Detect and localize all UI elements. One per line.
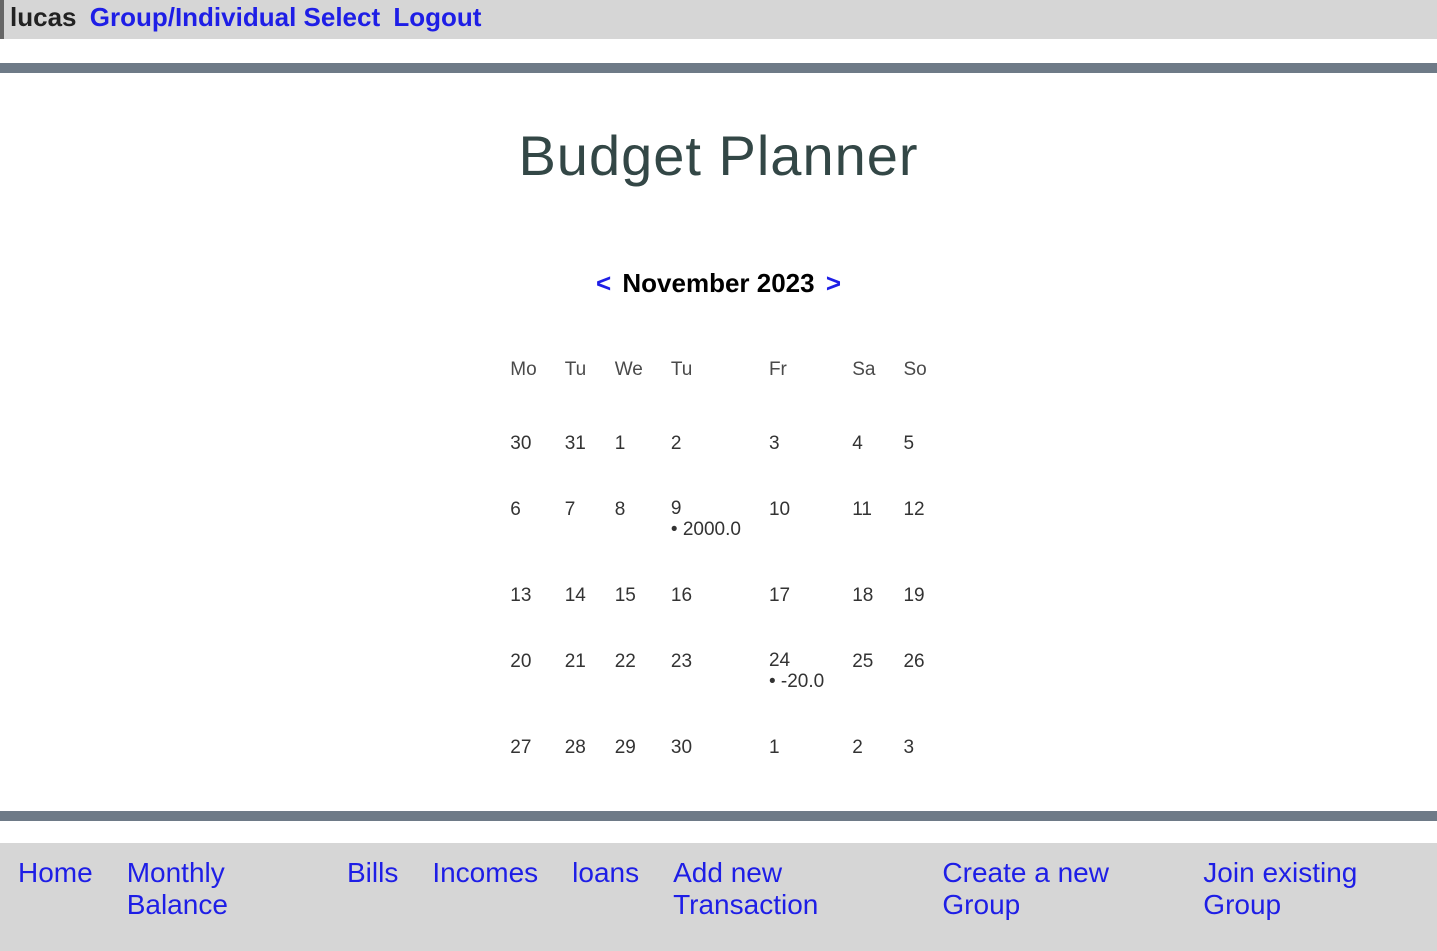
- page-title: Budget Planner: [0, 123, 1437, 188]
- calendar-day[interactable]: 2: [838, 715, 889, 781]
- calendar-day[interactable]: 22: [601, 629, 657, 715]
- calendar-day[interactable]: 20: [496, 629, 550, 715]
- calendar-day[interactable]: 7: [551, 477, 601, 563]
- calendar-day[interactable]: 4: [838, 411, 889, 477]
- calendar-day[interactable]: 1: [755, 715, 838, 781]
- weekday-header: Mo: [496, 349, 550, 411]
- nav-bills[interactable]: Bills: [347, 857, 398, 889]
- logout-link[interactable]: Logout: [393, 2, 481, 32]
- weekday-header: Fr: [755, 349, 838, 411]
- divider-top: [0, 63, 1437, 73]
- nav-add-transaction[interactable]: Add new Transaction: [673, 857, 908, 921]
- calendar-day[interactable]: 14: [551, 563, 601, 629]
- calendar-day[interactable]: 19: [889, 563, 940, 629]
- weekday-header: We: [601, 349, 657, 411]
- day-number: 24: [769, 651, 824, 672]
- calendar-day[interactable]: 30: [657, 715, 755, 781]
- calendar-day[interactable]: 23: [657, 629, 755, 715]
- calendar-day[interactable]: 92000.0: [657, 477, 755, 563]
- top-bar: lucas Group/Individual Select Logout: [0, 0, 1437, 39]
- calendar-day[interactable]: 27: [496, 715, 550, 781]
- calendar-day[interactable]: 31: [551, 411, 601, 477]
- username-label: lucas: [10, 2, 77, 32]
- divider-bottom: [0, 811, 1437, 821]
- nav-create-group[interactable]: Create a new Group: [942, 857, 1169, 921]
- calendar-day[interactable]: 16: [657, 563, 755, 629]
- day-amount: 2000.0: [671, 519, 741, 540]
- month-navigation: < November 2023 >: [0, 268, 1437, 299]
- weekday-header: Sa: [838, 349, 889, 411]
- nav-home[interactable]: Home: [18, 857, 93, 889]
- calendar-day[interactable]: 8: [601, 477, 657, 563]
- calendar-day[interactable]: 30: [496, 411, 550, 477]
- calendar-day[interactable]: 12: [889, 477, 940, 563]
- calendar-grid: Mo Tu We Tu Fr Sa So 30311234567892000.0…: [496, 349, 940, 781]
- calendar-day[interactable]: 18: [838, 563, 889, 629]
- nav-monthly-balance[interactable]: Monthly Balance: [127, 857, 313, 921]
- calendar-day[interactable]: 5: [889, 411, 940, 477]
- nav-incomes[interactable]: Incomes: [432, 857, 538, 889]
- calendar-day[interactable]: 17: [755, 563, 838, 629]
- calendar-day[interactable]: 15: [601, 563, 657, 629]
- calendar-day[interactable]: 2: [657, 411, 755, 477]
- footer-nav: Home Monthly Balance Bills Incomes loans…: [0, 843, 1437, 951]
- calendar-day[interactable]: 29: [601, 715, 657, 781]
- month-label: November 2023: [622, 268, 814, 298]
- nav-loans[interactable]: loans: [572, 857, 639, 889]
- nav-join-group[interactable]: Join existing Group: [1203, 857, 1419, 921]
- calendar-day[interactable]: 10: [755, 477, 838, 563]
- day-number: 9: [671, 499, 741, 520]
- calendar-day[interactable]: 25: [838, 629, 889, 715]
- calendar-day[interactable]: 21: [551, 629, 601, 715]
- calendar-day[interactable]: 11: [838, 477, 889, 563]
- calendar-day[interactable]: 3: [755, 411, 838, 477]
- calendar-day[interactable]: 28: [551, 715, 601, 781]
- weekday-header: Tu: [551, 349, 601, 411]
- prev-month-arrow[interactable]: <: [592, 268, 615, 298]
- day-amount: -20.0: [769, 671, 824, 692]
- next-month-arrow[interactable]: >: [822, 268, 845, 298]
- calendar-day[interactable]: 1: [601, 411, 657, 477]
- calendar-day[interactable]: 6: [496, 477, 550, 563]
- weekday-header: Tu: [657, 349, 755, 411]
- calendar-day[interactable]: 3: [889, 715, 940, 781]
- weekday-header: So: [889, 349, 940, 411]
- calendar-day[interactable]: 26: [889, 629, 940, 715]
- calendar-day[interactable]: 13: [496, 563, 550, 629]
- calendar-day[interactable]: 24-20.0: [755, 629, 838, 715]
- group-select-link[interactable]: Group/Individual Select: [90, 2, 380, 32]
